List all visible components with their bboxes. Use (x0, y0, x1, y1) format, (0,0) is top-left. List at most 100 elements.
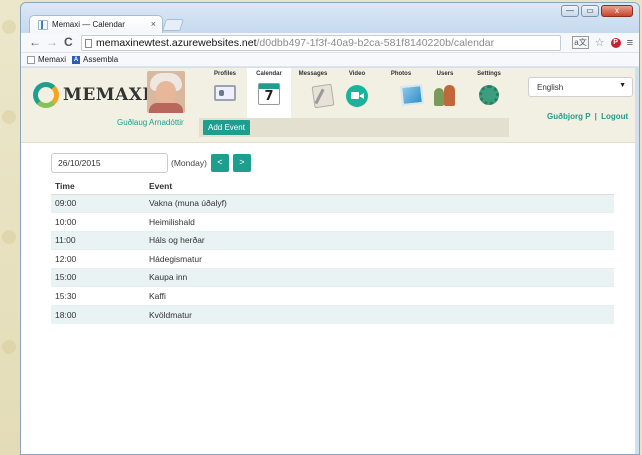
event-time: 18:00 (51, 304, 145, 324)
reload-icon[interactable]: C (64, 35, 73, 49)
prev-day-button[interactable]: < (210, 154, 229, 172)
avatar[interactable] (147, 71, 185, 113)
event-title: Kvöldmatur (145, 304, 614, 324)
close-window-button[interactable]: x (601, 5, 633, 17)
desktop-pattern (2, 340, 16, 354)
nav-profiles[interactable]: Profiles (203, 68, 247, 118)
table-row[interactable]: 09:00 Vakna (muna úðalyf) (51, 193, 614, 213)
logo-ring-icon (33, 82, 59, 108)
calendar-icon: 7 (258, 83, 280, 105)
next-day-button[interactable]: > (232, 154, 251, 172)
address-bar[interactable]: memaxinewtest.azurewebsites.net/d0dbb497… (81, 35, 561, 51)
translate-icon[interactable]: a文 (572, 36, 589, 49)
events-table: Time Event 09:00 Vakna (muna úðalyf) 10:… (51, 178, 614, 324)
event-title: Kaupa inn (145, 267, 614, 287)
bookmark-assembla[interactable]: A Assembla (72, 55, 118, 64)
photos-icon (400, 83, 424, 107)
event-time: 11:00 (51, 230, 145, 250)
window-edge (635, 68, 639, 454)
window-controls: — ▭ x (561, 5, 633, 17)
nav-label: Video (348, 71, 366, 77)
table-row[interactable]: 10:00 Heimilishald (51, 212, 614, 231)
nav-video[interactable]: Video (335, 68, 379, 118)
profiles-icon (214, 85, 236, 101)
table-row[interactable]: 11:00 Háls og herðar (51, 230, 614, 250)
table-header-row: Time Event (51, 178, 614, 195)
language-select[interactable]: English ▼ (528, 77, 633, 97)
logo-text: MEMAXI (63, 85, 151, 105)
column-header-event: Event (145, 178, 614, 195)
toolbar-actions: a文 ☆ P ≡ (572, 36, 633, 49)
messages-icon (311, 83, 335, 109)
tab-title: Memaxi — Calendar (52, 20, 125, 29)
nav-messages[interactable]: Messages (291, 68, 335, 118)
bookmark-label: Assembla (83, 55, 119, 64)
event-time: 15:00 (51, 267, 145, 287)
nav-label: Profiles (213, 71, 236, 77)
table-row[interactable]: 15:30 Kaffi (51, 286, 614, 305)
url-host: memaxinewtest.azurewebsites.net (96, 37, 257, 49)
tab-close-icon[interactable]: × (151, 19, 156, 29)
users-icon (433, 85, 457, 107)
event-title: Háls og herðar (145, 230, 614, 250)
event-time: 10:00 (51, 212, 145, 231)
memaxi-logo[interactable]: MEMAXI (33, 82, 151, 108)
table-row[interactable]: 15:00 Kaupa inn (51, 267, 614, 287)
browser-toolbar: ← → C memaxinewtest.azurewebsites.net/d0… (21, 33, 639, 53)
pinterest-icon[interactable]: P (610, 37, 621, 48)
browser-tab[interactable]: Memaxi — Calendar × (29, 15, 163, 34)
event-time: 12:00 (51, 249, 145, 268)
caregiver-name[interactable]: Guðbjorg P (547, 112, 590, 121)
nav-label: Messages (298, 71, 328, 77)
bookmarks-bar: Memaxi A Assembla (21, 53, 639, 67)
maximize-button[interactable]: ▭ (581, 5, 599, 17)
back-arrow-icon[interactable]: ← (29, 35, 41, 49)
account-links: Guðbjorg P | Logout (547, 112, 628, 121)
title-bar: Memaxi — Calendar × — ▭ x (21, 3, 639, 34)
desktop-background (0, 0, 22, 455)
nav-photos[interactable]: Photos (379, 68, 424, 118)
date-field[interactable]: 26/10/2015 (51, 153, 168, 173)
nav-calendar[interactable]: Calendar 7 (247, 68, 291, 118)
add-event-button[interactable]: Add Event (203, 120, 250, 135)
date-controls: 26/10/2015 (Monday) < > (51, 153, 251, 173)
bookmark-star-icon[interactable]: ☆ (595, 36, 605, 49)
app-header: MEMAXI Guðlaug Arnadóttir Profiles Calen… (21, 68, 639, 143)
desktop-pattern (2, 20, 16, 34)
menu-icon[interactable]: ≡ (627, 37, 633, 49)
page-icon (27, 55, 35, 64)
action-bar: Add Event (199, 118, 509, 137)
minimize-button[interactable]: — (561, 5, 579, 17)
settings-icon (479, 85, 499, 105)
url-path: /d0dbb497-1f3f-40a9-b2ca-581f8140220b/ca… (256, 37, 495, 49)
nav-label: Calendar (256, 71, 282, 77)
event-time: 15:30 (51, 286, 145, 305)
page-content: MEMAXI Guðlaug Arnadóttir Profiles Calen… (21, 68, 639, 454)
desktop-pattern (2, 110, 16, 124)
assembla-icon: A (72, 55, 81, 64)
main-nav: Profiles Calendar 7 Messages Video Photo… (203, 68, 511, 118)
dropdown-caret-icon: ▼ (619, 82, 626, 89)
favicon-icon (38, 20, 48, 30)
browser-window: Memaxi — Calendar × — ▭ x ← → C memaxine… (20, 2, 640, 455)
forward-arrow-icon[interactable]: → (46, 35, 58, 49)
event-title: Vakna (muna úðalyf) (145, 193, 614, 213)
logout-link[interactable]: Logout (601, 112, 628, 121)
weekday-label: (Monday) (171, 158, 207, 168)
nav-users[interactable]: Users (423, 68, 467, 118)
event-title: Heimilishald (145, 212, 614, 231)
desktop-pattern (2, 230, 16, 244)
table-row[interactable]: 18:00 Kvöldmatur (51, 304, 614, 324)
new-tab-button[interactable] (162, 19, 184, 31)
table-row[interactable]: 12:00 Hádegismatur (51, 249, 614, 268)
user-name[interactable]: Guðlaug Arnadóttir (117, 118, 184, 127)
nav-label: Photos (390, 71, 412, 77)
event-time: 09:00 (51, 193, 145, 213)
nav-label: Settings (477, 71, 501, 77)
column-header-time: Time (51, 178, 145, 195)
nav-settings[interactable]: Settings (467, 68, 511, 118)
bookmark-memaxi[interactable]: Memaxi (27, 55, 66, 64)
event-title: Hádegismatur (145, 249, 614, 268)
video-icon (346, 85, 368, 107)
page-icon (85, 39, 92, 48)
